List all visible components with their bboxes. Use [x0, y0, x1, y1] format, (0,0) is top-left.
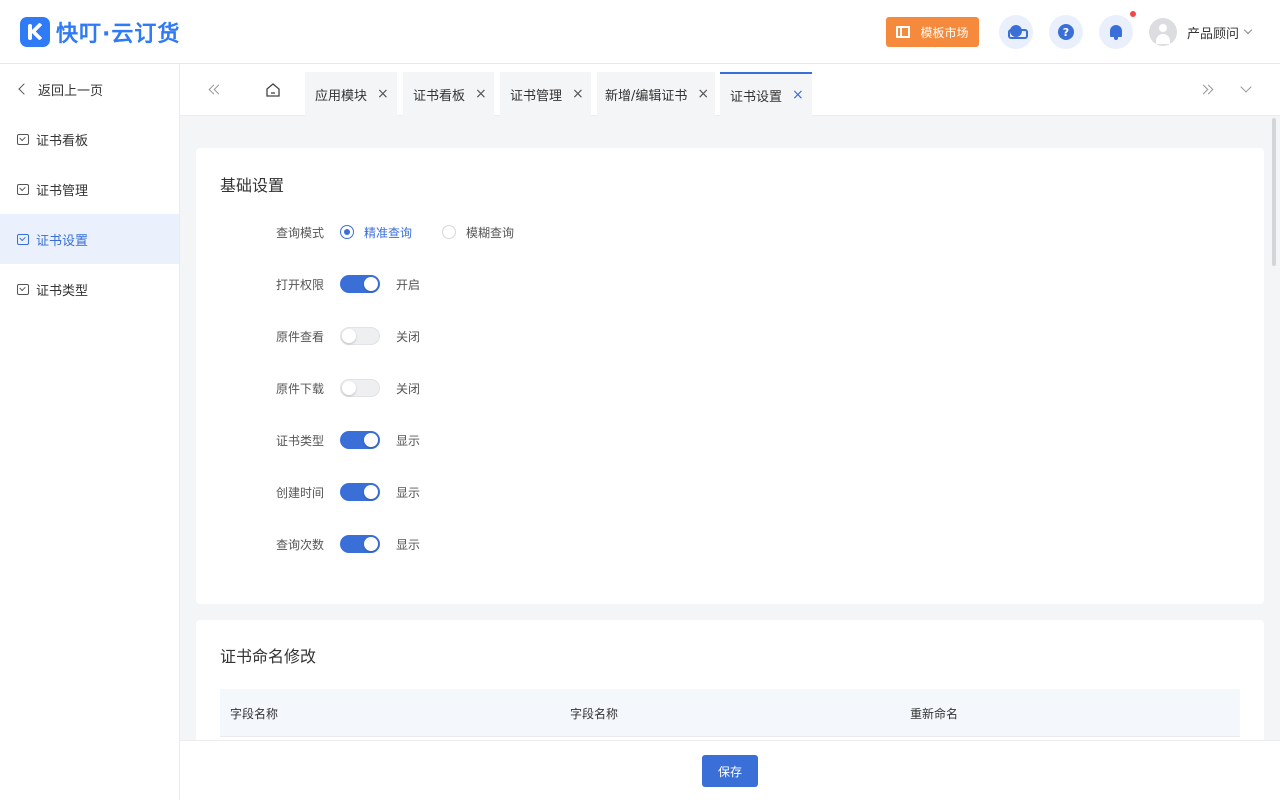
close-icon[interactable]: ×: [475, 87, 487, 101]
template-market-label: 模板市场: [920, 25, 969, 40]
query-count-toggle[interactable]: [340, 535, 380, 553]
field-label: 原件查看: [276, 329, 325, 344]
chevron-down-icon: [1243, 25, 1253, 35]
help-icon: ?: [1058, 24, 1074, 40]
radio-fuzzy-query[interactable]: 模糊查询: [442, 224, 514, 241]
radio-label: 精准查询: [364, 225, 413, 240]
cert-type-toggle[interactable]: [340, 431, 380, 449]
template-market-button[interactable]: 模板市场: [886, 17, 979, 47]
sidebar-item-label: 证书管理: [36, 183, 89, 199]
tab-cert-board[interactable]: 证书看板 ×: [403, 72, 494, 116]
logo-text: 快叮·云订货: [56, 22, 181, 47]
switch-row-cert-type: 证书类型 显示: [276, 430, 420, 450]
close-icon[interactable]: ×: [377, 87, 389, 101]
column-header: 字段名称: [570, 707, 619, 721]
home-icon[interactable]: [265, 82, 281, 98]
mail-check-icon: [17, 283, 29, 295]
help-button[interactable]: ?: [1049, 15, 1083, 49]
tab-menu-chevron-icon[interactable]: [1240, 81, 1252, 93]
close-icon[interactable]: ×: [792, 88, 804, 102]
field-label: 查询模式: [276, 225, 325, 240]
user-name: 产品顾问: [1187, 26, 1240, 42]
switch-state-text: 关闭: [396, 329, 421, 344]
mail-check-icon: [17, 233, 29, 245]
field-label: 打开权限: [276, 277, 325, 292]
switch-state-text: 显示: [396, 433, 421, 448]
chevron-left-icon: [18, 83, 30, 95]
query-mode-row: 查询模式 精准查询 模糊查询: [276, 222, 544, 242]
mail-check-icon: [17, 183, 29, 195]
notification-button[interactable]: [1099, 15, 1133, 49]
column-header: 字段名称: [230, 707, 279, 721]
radio-unchecked-icon: [442, 225, 457, 239]
section-title: 证书命名修改: [220, 647, 317, 666]
original-view-toggle[interactable]: [340, 327, 380, 345]
tab-app-module[interactable]: 应用模块 ×: [305, 72, 397, 116]
sidebar-item-cert-board[interactable]: 证书看板: [0, 114, 179, 164]
basic-settings-card: 基础设置 查询模式 精准查询 模糊查询 打开权限 开启 原件查看 关闭 原件下载…: [196, 148, 1264, 604]
field-label: 原件下载: [276, 381, 325, 396]
switch-state-text: 开启: [396, 277, 421, 292]
switch-row-original-download: 原件下载 关闭: [276, 378, 420, 398]
sidebar-item-label: 证书看板: [36, 133, 89, 149]
customer-service-button[interactable]: [999, 15, 1033, 49]
switch-state-text: 显示: [396, 485, 421, 500]
switch-row-create-time: 创建时间 显示: [276, 482, 420, 502]
sidebar-item-label: 证书设置: [36, 233, 89, 249]
back-label: 返回上一页: [38, 83, 104, 99]
mail-check-icon: [17, 133, 29, 145]
footer-bar: 保存: [180, 740, 1280, 800]
sidebar-item-label: 证书类型: [36, 283, 89, 299]
scroll-tabs-left-icon[interactable]: [208, 83, 224, 97]
tab-label: 证书管理: [510, 88, 563, 104]
template-icon: [896, 26, 911, 38]
avatar: [1149, 18, 1177, 46]
logo-icon: [20, 17, 50, 47]
sidebar-item-cert-settings[interactable]: 证书设置: [0, 214, 179, 264]
open-permission-toggle[interactable]: [340, 275, 380, 293]
field-label: 创建时间: [276, 485, 325, 500]
radio-checked-icon: [340, 225, 354, 239]
close-icon[interactable]: ×: [697, 87, 709, 101]
tab-label: 应用模块: [315, 88, 368, 104]
radio-label: 模糊查询: [466, 225, 515, 240]
sidebar-item-cert-manage[interactable]: 证书管理: [0, 164, 179, 214]
tab-label: 证书设置: [730, 89, 783, 105]
tab-cert-edit[interactable]: 新增/编辑证书 ×: [597, 72, 715, 116]
switch-state-text: 显示: [396, 537, 421, 552]
customer-service-icon: [1008, 25, 1028, 39]
back-link[interactable]: 返回上一页: [0, 64, 179, 114]
save-button[interactable]: 保存: [702, 755, 758, 787]
table-header: 字段名称 字段名称 重新命名: [220, 689, 1240, 737]
tab-cert-manage[interactable]: 证书管理 ×: [500, 72, 591, 116]
tab-label: 新增/编辑证书: [605, 88, 688, 104]
user-menu[interactable]: 产品顾问: [1149, 18, 1253, 46]
tab-bar: 应用模块 × 证书看板 × 证书管理 × 新增/编辑证书 × 证书设置 ×: [180, 64, 1280, 116]
notification-dot: [1130, 11, 1136, 17]
field-label: 证书类型: [276, 433, 325, 448]
original-download-toggle[interactable]: [340, 379, 380, 397]
close-icon[interactable]: ×: [572, 87, 584, 101]
sidebar-item-cert-type[interactable]: 证书类型: [0, 264, 179, 314]
create-time-toggle[interactable]: [340, 483, 380, 501]
content-scrollbar[interactable]: [1272, 118, 1276, 266]
section-title: 基础设置: [220, 176, 285, 195]
tab-label: 证书看板: [413, 88, 466, 104]
tab-cert-settings[interactable]: 证书设置 ×: [720, 72, 812, 116]
scroll-tabs-right-icon[interactable]: [1198, 83, 1214, 97]
column-header: 重新命名: [910, 707, 959, 721]
switch-row-query-count: 查询次数 显示: [276, 534, 420, 554]
switch-row-open-permission: 打开权限 开启: [276, 274, 420, 294]
radio-exact-query[interactable]: 精准查询: [340, 224, 412, 241]
switch-state-text: 关闭: [396, 381, 421, 396]
top-header: 快叮·云订货 模板市场 ? 产品顾问: [0, 0, 1280, 64]
switch-row-original-view: 原件查看 关闭: [276, 326, 420, 346]
field-label: 查询次数: [276, 537, 325, 552]
bell-icon: [1109, 24, 1123, 40]
sidebar: 返回上一页 证书看板 证书管理 证书设置 证书类型: [0, 64, 180, 800]
app-logo[interactable]: 快叮·云订货: [20, 17, 180, 47]
